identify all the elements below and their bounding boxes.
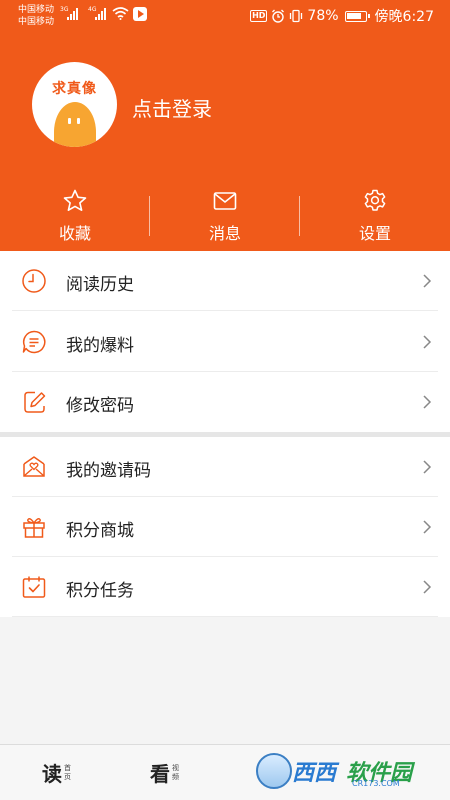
menu-item-change-password[interactable]: 修改密码 xyxy=(0,372,450,432)
chevron-right-icon xyxy=(423,335,432,349)
action-divider xyxy=(149,196,150,236)
tab-read-sublabel: 首页 xyxy=(64,763,71,781)
battery-percent: 78% xyxy=(307,8,339,24)
avatar-logo-text: 求真像 xyxy=(52,81,97,97)
messages-label: 消息 xyxy=(208,224,241,243)
row-divider xyxy=(12,310,438,311)
favorites-button[interactable]: 收藏 xyxy=(0,188,150,248)
chevron-right-icon xyxy=(423,274,432,288)
tab-read-label: 读 xyxy=(42,762,62,786)
carrier-2: 中国移动 xyxy=(18,17,55,27)
menu-item-label: 积分商城 xyxy=(66,521,134,541)
wifi-icon xyxy=(112,7,129,20)
menu-group-2: 我的邀请码 积分商城 积分任务 xyxy=(0,437,450,617)
status-bar: 中国移动 中国移动 3G 4G HD 78% 傍晚6:27 xyxy=(0,0,450,32)
favorites-label: 收藏 xyxy=(58,224,91,243)
menu-item-label: 积分任务 xyxy=(66,581,134,601)
battery-icon xyxy=(344,10,370,22)
mail-icon xyxy=(213,192,237,210)
menu-item-reading-history[interactable]: 阅读历史 xyxy=(0,251,450,311)
menu-item-label: 阅读历史 xyxy=(66,275,134,295)
tab-read[interactable]: 读 首页 xyxy=(42,758,73,787)
menu-item-invite-code[interactable]: 我的邀请码 xyxy=(0,437,450,497)
chevron-right-icon xyxy=(423,395,432,409)
row-divider xyxy=(12,616,438,617)
invite-icon xyxy=(23,456,45,477)
clock-icon xyxy=(22,269,46,293)
tab-watch[interactable]: 看 视频 xyxy=(150,758,181,787)
avatar[interactable]: 求真像 xyxy=(32,62,117,147)
calendar-check-icon xyxy=(22,576,46,598)
carrier-1: 中国移动 xyxy=(18,5,55,15)
star-icon xyxy=(63,189,87,211)
watermark-emblem-icon xyxy=(256,753,292,789)
chevron-right-icon xyxy=(423,460,432,474)
quick-actions: 收藏 消息 设置 xyxy=(0,188,450,248)
action-divider xyxy=(299,196,300,236)
settings-button[interactable]: 设置 xyxy=(300,188,450,248)
carrier-labels: 中国移动 中国移动 xyxy=(18,4,54,28)
gift-icon xyxy=(23,518,45,538)
signal-1-icon xyxy=(67,6,78,20)
video-app-icon xyxy=(133,7,147,21)
menu-item-my-tips[interactable]: 我的爆料 xyxy=(0,312,450,372)
chevron-right-icon xyxy=(423,520,432,534)
login-link[interactable]: 点击登录 xyxy=(132,93,212,122)
signal-2-icon xyxy=(95,6,106,20)
menu-item-points-mall[interactable]: 积分商城 xyxy=(0,497,450,557)
status-right: HD 78% 傍晚6:27 xyxy=(250,6,434,26)
menu-item-label: 修改密码 xyxy=(66,396,134,416)
menu-item-label: 我的爆料 xyxy=(66,336,134,356)
mascot-icon xyxy=(54,102,96,147)
menu-group-1: 阅读历史 我的爆料 修改密码 xyxy=(0,251,450,432)
status-time: 傍晚6:27 xyxy=(374,9,434,25)
tab-watch-sublabel: 视频 xyxy=(172,763,179,781)
settings-label: 设置 xyxy=(358,224,391,243)
hd-badge: HD xyxy=(250,10,268,22)
tab-watch-label: 看 xyxy=(150,762,170,786)
alarm-icon xyxy=(272,9,285,23)
gear-icon xyxy=(364,189,386,211)
chat-bubble-icon xyxy=(22,330,46,354)
watermark-logo: 西西 软件园 CR173.COM xyxy=(254,749,430,793)
menu-item-points-tasks[interactable]: 积分任务 xyxy=(0,557,450,617)
edit-icon xyxy=(24,391,46,413)
watermark-text-1: 西西 xyxy=(292,761,337,786)
vibrate-icon xyxy=(290,9,303,23)
messages-button[interactable]: 消息 xyxy=(150,188,300,248)
watermark-url: CR173.COM xyxy=(352,779,400,788)
menu-item-label: 我的邀请码 xyxy=(66,461,151,481)
chevron-right-icon xyxy=(423,580,432,594)
